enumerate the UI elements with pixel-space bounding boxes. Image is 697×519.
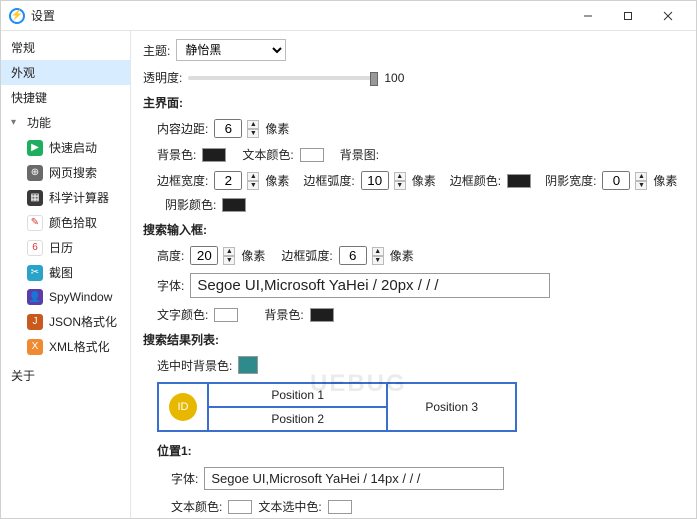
si-radius-input[interactable]	[339, 246, 367, 265]
borderr-label: 边框弧度:	[303, 172, 354, 189]
bgcolor-label: 背景色:	[157, 146, 196, 163]
p1-seltextc-label: 文本选中色:	[258, 498, 321, 515]
spy-icon: 👤	[27, 289, 43, 305]
chevron-down-icon: ▾	[11, 117, 21, 128]
borderc-label: 边框颜色:	[450, 172, 501, 189]
titlebar: ⚡ 设置	[1, 1, 696, 31]
sidebar-item-general[interactable]: 常规	[1, 35, 130, 60]
position-diagram: ID Position 1 Position 2 Position 3	[157, 382, 517, 432]
bgcolor-swatch[interactable]	[202, 148, 226, 162]
padding-unit: 像素	[265, 120, 289, 137]
scissors-icon: ✂	[27, 265, 43, 281]
si-textc-swatch[interactable]	[214, 308, 238, 322]
shadoww-stepper[interactable]: ▲▼	[635, 172, 647, 190]
sidebar-item-quicklaunch[interactable]: ▶快速启动	[1, 135, 130, 160]
padding-stepper[interactable]: ▲▼	[247, 120, 259, 138]
borderw-stepper[interactable]: ▲▼	[247, 172, 259, 190]
grid-icon: ▦	[27, 190, 43, 206]
si-font-field[interactable]: Segoe UI,Microsoft YaHei / 20px / / /	[190, 273, 550, 298]
content-pane: 主题: 静怡黑 透明度: 100 主界面: 内容边距: ▲▼ 像素 背景色: 文…	[131, 31, 696, 518]
sidebar-item-jsonfmt[interactable]: JJSON格式化	[1, 309, 130, 334]
theme-select[interactable]: 静怡黑	[176, 39, 286, 61]
si-font-label: 字体:	[157, 277, 184, 294]
si-height-stepper[interactable]: ▲▼	[223, 247, 235, 265]
eyedropper-icon: ✎	[27, 215, 43, 231]
shadowc-swatch[interactable]	[222, 198, 246, 212]
p1-font-label: 字体:	[171, 470, 198, 487]
shadoww-label: 阴影宽度:	[545, 172, 596, 189]
borderr-input[interactable]	[361, 171, 389, 190]
rl-selbg-swatch[interactable]	[238, 356, 258, 374]
sidebar-item-websearch[interactable]: ⊕网页搜索	[1, 160, 130, 185]
bgimage-label: 背景图:	[340, 146, 379, 163]
pos1-title: 位置1:	[143, 442, 684, 459]
si-height-input[interactable]	[190, 246, 218, 265]
result-list-title: 搜索结果列表:	[143, 331, 684, 348]
textcolor-swatch[interactable]	[300, 148, 324, 162]
borderr-stepper[interactable]: ▲▼	[394, 172, 406, 190]
sidebar-item-hotkeys[interactable]: 快捷键	[1, 85, 130, 110]
app-icon: ⚡	[9, 8, 25, 24]
si-radius-label: 边框弧度:	[281, 247, 332, 264]
padding-input[interactable]	[214, 119, 242, 138]
sidebar-item-calendar[interactable]: 6日历	[1, 235, 130, 260]
close-button[interactable]	[648, 2, 688, 30]
json-icon: J	[27, 314, 43, 330]
shadowc-label: 阴影颜色:	[165, 196, 216, 213]
borderc-swatch[interactable]	[507, 174, 531, 188]
sidebar-item-colorpicker[interactable]: ✎颜色拾取	[1, 210, 130, 235]
sidebar-item-xmlfmt[interactable]: XXML格式化	[1, 334, 130, 359]
p1-seltextc-swatch[interactable]	[328, 500, 352, 514]
rl-selbg-label: 选中时背景色:	[157, 357, 232, 374]
sidebar-item-about[interactable]: 关于	[1, 363, 130, 388]
window-title: 设置	[31, 7, 568, 24]
pos3-cell: Position 3	[388, 384, 515, 430]
id-badge: ID	[169, 393, 197, 421]
globe-icon: ⊕	[27, 165, 43, 181]
shadoww-input[interactable]	[602, 171, 630, 190]
sidebar: 常规 外观 快捷键 ▾功能 ▶快速启动 ⊕网页搜索 ▦科学计算器 ✎颜色拾取 6…	[1, 31, 131, 518]
borderw-input[interactable]	[214, 171, 242, 190]
si-bgc-swatch[interactable]	[310, 308, 334, 322]
maximize-button[interactable]	[608, 2, 648, 30]
padding-label: 内容边距:	[157, 120, 208, 137]
si-bgc-label: 背景色:	[264, 306, 303, 323]
si-height-label: 高度:	[157, 247, 184, 264]
play-icon: ▶	[27, 140, 43, 156]
xml-icon: X	[27, 339, 43, 355]
si-radius-stepper[interactable]: ▲▼	[372, 247, 384, 265]
borderw-label: 边框宽度:	[157, 172, 208, 189]
sidebar-item-calculator[interactable]: ▦科学计算器	[1, 185, 130, 210]
textcolor-label: 文本颜色:	[242, 146, 293, 163]
opacity-slider[interactable]	[188, 76, 378, 80]
sidebar-item-spywindow[interactable]: 👤SpyWindow	[1, 285, 130, 309]
si-textc-label: 文字颜色:	[157, 306, 208, 323]
p1-font-field[interactable]: Segoe UI,Microsoft YaHei / 14px / / /	[204, 467, 504, 490]
sidebar-item-screenshot[interactable]: ✂截图	[1, 260, 130, 285]
p1-textc-swatch[interactable]	[228, 500, 252, 514]
opacity-label: 透明度:	[143, 69, 182, 86]
p1-textc-label: 文本颜色:	[171, 498, 222, 515]
calendar-icon: 6	[27, 240, 43, 256]
search-input-title: 搜索输入框:	[143, 221, 684, 238]
pos2-cell: Position 2	[209, 408, 386, 430]
theme-label: 主题:	[143, 42, 170, 59]
sidebar-item-appearance[interactable]: 外观	[1, 60, 130, 85]
opacity-value: 100	[384, 71, 404, 85]
main-panel-title: 主界面:	[143, 94, 684, 111]
sidebar-item-features[interactable]: ▾功能	[1, 110, 130, 135]
pos1-cell: Position 1	[209, 384, 386, 408]
minimize-button[interactable]	[568, 2, 608, 30]
